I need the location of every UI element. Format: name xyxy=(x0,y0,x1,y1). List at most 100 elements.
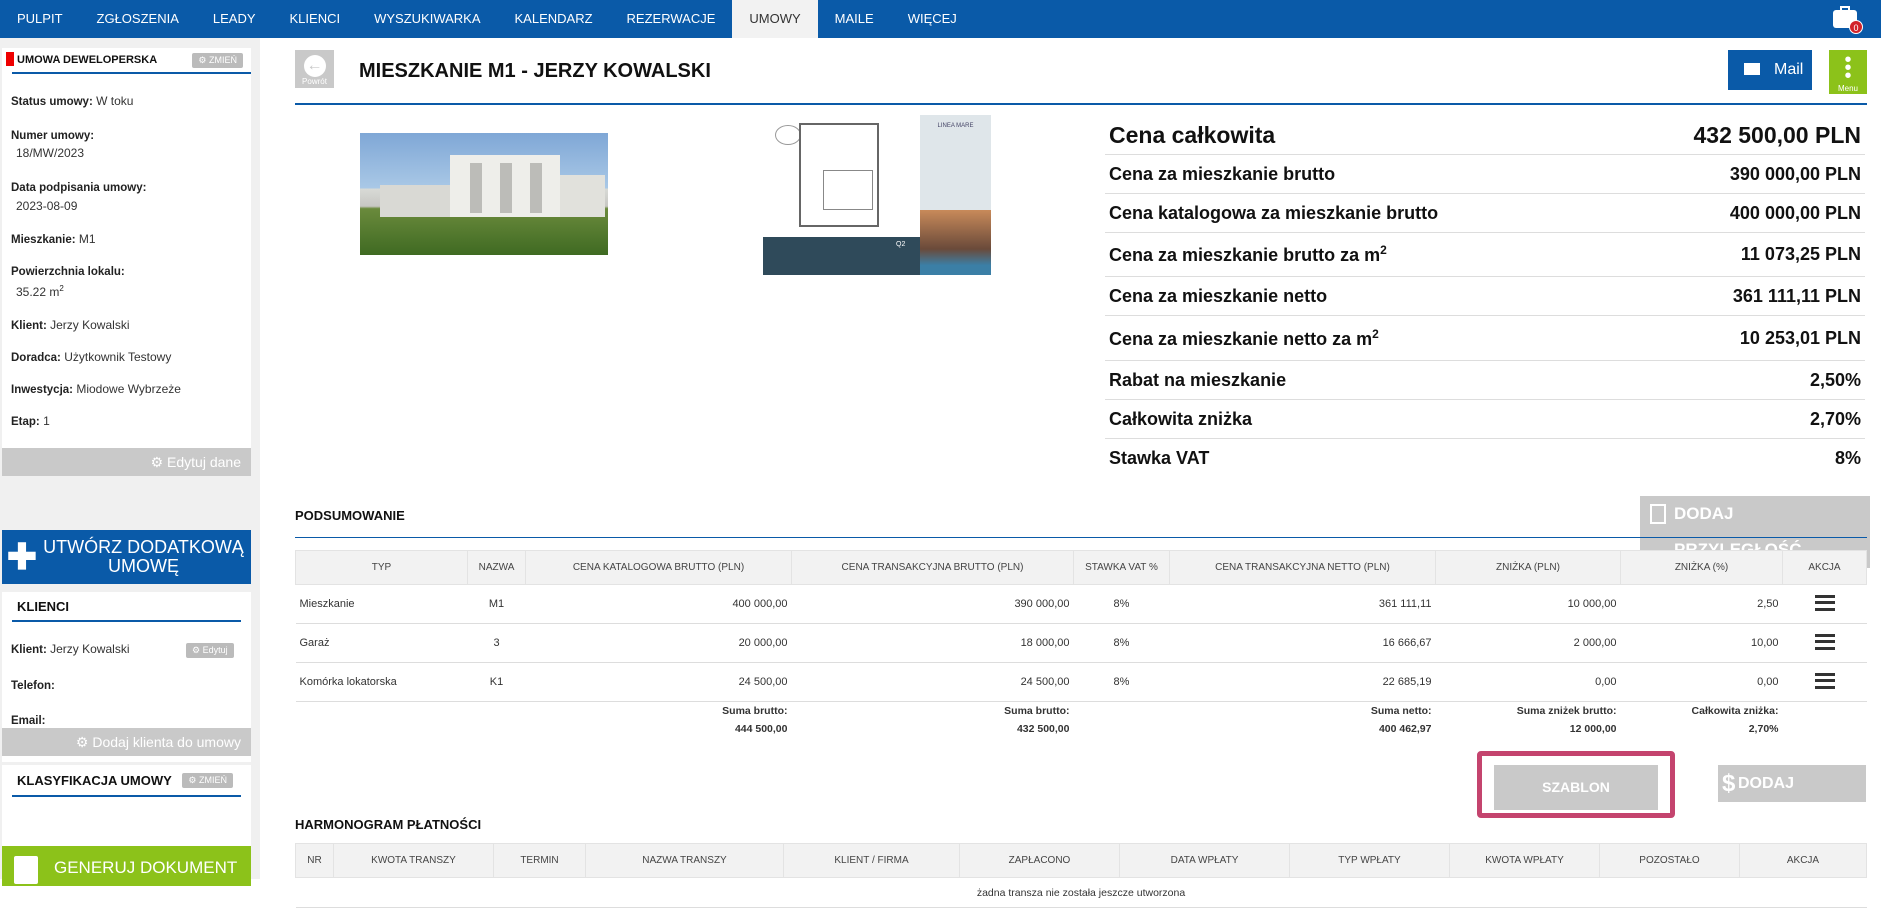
summary-title: PODSUMOWANIE xyxy=(295,508,405,523)
row-actions-icon[interactable] xyxy=(1814,672,1835,689)
client-label: Klient: xyxy=(11,320,47,332)
summary-table: TYP NAZWA CENA KATALOGOWA BRUTTO (PLN) C… xyxy=(295,550,1867,738)
advisor-value: Użytkownik Testowy xyxy=(64,350,172,364)
col-header: CENA TRANSAKCYJNA BRUTTO (PLN) xyxy=(791,550,1074,585)
clients-client-value: Jerzy Kowalski xyxy=(50,642,130,656)
phone-label: Telefon: xyxy=(11,680,55,692)
nav-item-klienci[interactable]: KLIENCI xyxy=(273,0,358,38)
floor-plan-card: LINEA MARE Q2 xyxy=(763,115,991,275)
col-header: CENA TRANSAKCYJNA NETTO (PLN) xyxy=(1169,550,1436,585)
col-header: KWOTA TRANSZY xyxy=(333,843,494,878)
price-row: Cena za mieszkanie netto 361 111,11 PLN xyxy=(1105,277,1865,316)
empty-schedule-message: żadna transza nie została jeszcze utworz… xyxy=(295,877,1867,908)
col-header: KLIENT / FIRMA xyxy=(783,843,960,878)
price-row: Cena za mieszkanie brutto za m2 11 073,25… xyxy=(1105,233,1865,277)
price-row-total: Cena całkowita 432 500,00 PLN xyxy=(1105,116,1865,155)
clients-title: KLIENCI xyxy=(17,598,69,614)
status-label: Status umowy: xyxy=(11,96,93,108)
nav-item-umowy[interactable]: UMOWY xyxy=(732,0,818,38)
col-header: NAZWA TRANSZY xyxy=(585,843,784,878)
col-header: ZNIŻKA (PLN) xyxy=(1435,550,1621,585)
classification-title: KLASYFIKACJA UMOWY xyxy=(17,772,172,788)
edit-client-button[interactable]: ⚙ Edytuj xyxy=(186,643,234,658)
apartment-value: M1 xyxy=(78,232,96,246)
col-header: NR xyxy=(295,843,334,878)
price-row: Rabat na mieszkanie 2,50% xyxy=(1105,361,1865,400)
col-header: CENA KATALOGOWA BRUTTO (PLN) xyxy=(525,550,792,585)
table-row: Garaż 3 20 000,00 18 000,00 8% 16 666,67 2 000… xyxy=(295,623,1867,663)
compass-icon xyxy=(775,125,801,145)
signed-label: Data podpisania umowy: xyxy=(11,182,147,194)
price-list: Cena całkowita 432 500,00 PLN Cena za mie… xyxy=(1105,116,1865,478)
add-tranche-button[interactable]: $ DODAJ TRANSZĘ xyxy=(1718,765,1866,829)
create-additional-contract-button[interactable]: ✚ UTWÓRZ DODATKOWĄ UMOWĘ xyxy=(2,530,251,584)
investment-label: Inwestycja: xyxy=(11,384,73,396)
contract-card: UMOWA DEWELOPERSKA ⚙ ZMIEŃ Status umowy:… xyxy=(2,48,251,451)
plan-unit: Q2 xyxy=(896,241,906,248)
stage-label: Etap: xyxy=(11,416,40,428)
back-button[interactable]: ← Powrót xyxy=(295,50,334,88)
price-row: Cena katalogowa za mieszkanie brutto 400 … xyxy=(1105,194,1865,233)
number-value: 18/MW/2023 xyxy=(16,146,85,160)
price-row: Cena za mieszkanie netto za m2 10 253,01 … xyxy=(1105,316,1865,361)
col-header: TERMIN xyxy=(493,843,586,878)
sidebar: UMOWA DEWELOPERSKA ⚙ ZMIEŃ Status umowy:… xyxy=(0,38,260,886)
change-contract-button[interactable]: ⚙ ZMIEŃ xyxy=(192,52,243,68)
col-header: TYP xyxy=(295,550,468,585)
mail-button[interactable]: Mail xyxy=(1728,50,1812,90)
col-header: AKCJA xyxy=(1739,843,1867,878)
classification-card: KLASYFIKACJA UMOWY ⚙ ZMIEŃ xyxy=(2,765,251,857)
table-row: Mieszkanie M1 400 000,00 390 000,00 8% 361 11… xyxy=(295,584,1867,624)
stage-value: 1 xyxy=(43,414,50,428)
nav-item-pulpit[interactable]: PULPIT xyxy=(0,0,80,38)
price-row: Cena za mieszkanie brutto 390 000,00 PLN xyxy=(1105,155,1865,194)
nav-item-zgloszenia[interactable]: ZGŁOSZENIA xyxy=(80,0,196,38)
envelope-icon xyxy=(1744,63,1760,75)
col-header: AKCJA xyxy=(1782,550,1867,585)
row-actions-icon[interactable] xyxy=(1814,633,1835,650)
edit-data-button[interactable]: ⚙ Edytuj dane xyxy=(2,448,251,476)
plus-icon: ✚ xyxy=(6,536,38,577)
building-photo xyxy=(360,133,608,255)
highlight-box xyxy=(1477,751,1675,818)
col-header: DATA WPŁATY xyxy=(1119,843,1290,878)
top-nav: PULPIT ZGŁOSZENIA LEADY KLIENCI WYSZUKIW… xyxy=(0,0,1881,38)
vertical-dots-icon: • • • xyxy=(1844,49,1852,87)
nav-item-maile[interactable]: MAILE xyxy=(818,0,891,38)
nav-item-rezerwacje[interactable]: REZERWACJE xyxy=(610,0,733,38)
nav-item-wyszukiwarka[interactable]: WYSZUKIWARKA xyxy=(357,0,497,38)
briefcase-icon[interactable]: 0 xyxy=(1831,4,1863,34)
col-header: ZNIŻKA (%) xyxy=(1620,550,1783,585)
area-value: 35.22 m xyxy=(16,285,60,299)
plan-brand: LINEA MARE xyxy=(937,123,974,129)
totals-row: Suma brutto: Suma brutto: Suma netto: Suma … xyxy=(722,704,1779,717)
email-label: Email: xyxy=(11,715,46,727)
summary-divider xyxy=(295,537,1867,538)
advisor-label: Doradca: xyxy=(11,352,61,364)
contract-type-title: UMOWA DEWELOPERSKA xyxy=(17,54,158,66)
header-divider xyxy=(295,103,1867,105)
dollar-icon: $ xyxy=(1722,770,1736,797)
add-client-button[interactable]: ⚙ Dodaj klienta do umowy xyxy=(2,728,251,756)
clients-client-label: Klient: xyxy=(11,644,47,656)
price-row: Całkowita zniżka 2,70% xyxy=(1105,400,1865,439)
col-header: STAWKA VAT % xyxy=(1073,550,1170,585)
nav-item-kalendarz[interactable]: KALENDARZ xyxy=(498,0,610,38)
building-icon xyxy=(1650,504,1666,524)
client-value: Jerzy Kowalski xyxy=(50,318,130,332)
nav-item-leady[interactable]: LEADY xyxy=(196,0,273,38)
document-icon xyxy=(14,856,38,884)
area-label: Powierzchnia lokalu: xyxy=(11,266,125,278)
schedule-title: HARMONOGRAM PŁATNOŚCI xyxy=(295,817,482,832)
menu-button[interactable]: • • • Menu xyxy=(1829,50,1867,94)
col-header: NAZWA xyxy=(467,550,526,585)
change-classification-button[interactable]: ⚙ ZMIEŃ xyxy=(182,772,233,788)
row-actions-icon[interactable] xyxy=(1814,594,1835,611)
generate-document-button[interactable]: GENERUJ DOKUMENT xyxy=(2,846,251,886)
nav-item-wiecej[interactable]: WIĘCEJ xyxy=(891,0,974,38)
page-title: MIESZKANIE M1 - JERZY KOWALSKI xyxy=(359,60,711,82)
area-unit-sup: 2 xyxy=(59,284,64,293)
status-marker xyxy=(6,52,14,66)
notification-badge: 0 xyxy=(1849,20,1863,34)
signed-value: 2023-08-09 xyxy=(16,199,78,213)
